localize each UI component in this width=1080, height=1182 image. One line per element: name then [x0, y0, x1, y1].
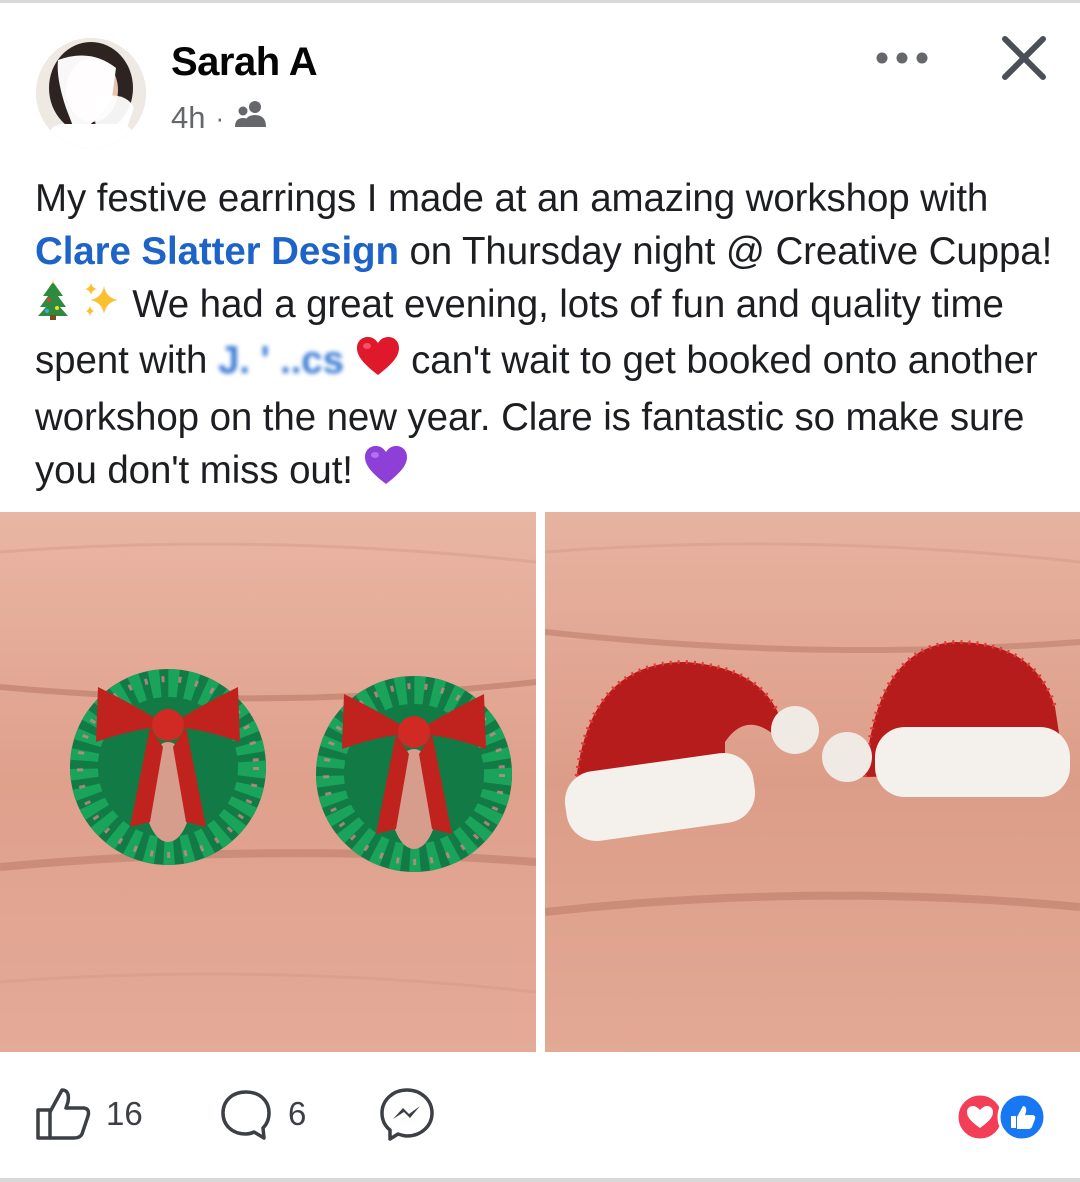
author-name[interactable]: Sarah A — [171, 40, 318, 85]
like-count: 16 — [106, 1095, 143, 1132]
reaction-summary[interactable] — [954, 1092, 1050, 1142]
more-dots-icon — [876, 52, 928, 64]
like-button[interactable]: 16 — [34, 1086, 143, 1142]
post-text-part-1: My festive earrings I made at an amazing… — [35, 177, 989, 220]
thumbs-up-icon — [36, 1088, 91, 1140]
friends-icon — [234, 100, 268, 136]
mention-link[interactable]: Clare Slatter Design — [35, 230, 399, 273]
messenger-icon — [380, 1088, 434, 1141]
christmas-tree-icon — [35, 279, 71, 334]
more-options-button[interactable] — [870, 38, 934, 78]
post-text: My festive earrings I made at an amazing… — [35, 172, 1055, 500]
post-timestamp[interactable]: 4h — [171, 100, 205, 136]
comment-bubble-icon — [221, 1090, 271, 1140]
bottom-border — [0, 1178, 1080, 1182]
author-avatar[interactable] — [36, 38, 146, 148]
comment-count: 6 — [288, 1095, 307, 1132]
post-meta: 4h · — [171, 100, 268, 136]
close-button[interactable] — [996, 30, 1052, 86]
tagged-person-link[interactable]: J. ' ..cs — [218, 339, 344, 382]
post-text-part-2: on Thursday night @ Creative Cuppa! — [398, 230, 1053, 273]
photo-grid — [0, 512, 1080, 1052]
close-icon — [1002, 36, 1046, 80]
meta-separator: · — [215, 102, 225, 133]
messenger-share-button[interactable] — [378, 1086, 436, 1142]
post-actions-bar: 16 6 — [0, 1076, 1080, 1156]
top-border — [0, 0, 1080, 3]
red-heart-icon — [355, 335, 401, 391]
wreath-earrings-photo[interactable] — [0, 512, 536, 1052]
santa-hat-earrings-photo[interactable] — [545, 512, 1080, 1052]
sparkles-icon — [82, 280, 122, 334]
comment-button[interactable]: 6 — [218, 1086, 306, 1142]
purple-heart-icon — [363, 444, 409, 500]
